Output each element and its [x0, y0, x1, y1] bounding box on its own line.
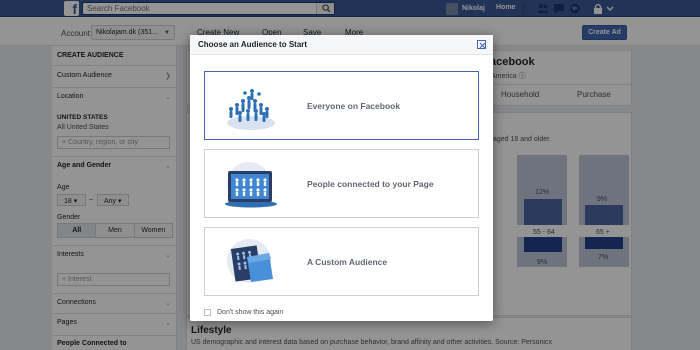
- choose-audience-dialog: Choose an Audience to Start Everyone on …: [190, 35, 493, 321]
- dont-show-again-label: Don't show this again: [217, 308, 284, 316]
- option-custom-audience[interactable]: A Custom Audience: [204, 227, 479, 296]
- option-label: People connected to your Page: [307, 179, 434, 189]
- option-people-connected-to-page[interactable]: People connected to your Page: [204, 149, 479, 218]
- option-label: Everyone on Facebook: [307, 101, 401, 111]
- folder-people-icon: [227, 239, 273, 283]
- dialog-title: Choose an Audience to Start: [198, 40, 308, 49]
- dont-show-again-row[interactable]: Don't show this again: [204, 307, 283, 317]
- option-everyone-on-facebook[interactable]: Everyone on Facebook: [204, 71, 479, 140]
- crowd-illustration-icon: [227, 89, 275, 130]
- tablet-page-fans-icon: [225, 162, 277, 208]
- option-label: A Custom Audience: [307, 257, 388, 267]
- dialog-header: Choose an Audience to Start: [190, 35, 493, 55]
- dont-show-again-checkbox[interactable]: [204, 308, 211, 316]
- close-icon: [479, 42, 486, 49]
- close-button[interactable]: [477, 40, 486, 49]
